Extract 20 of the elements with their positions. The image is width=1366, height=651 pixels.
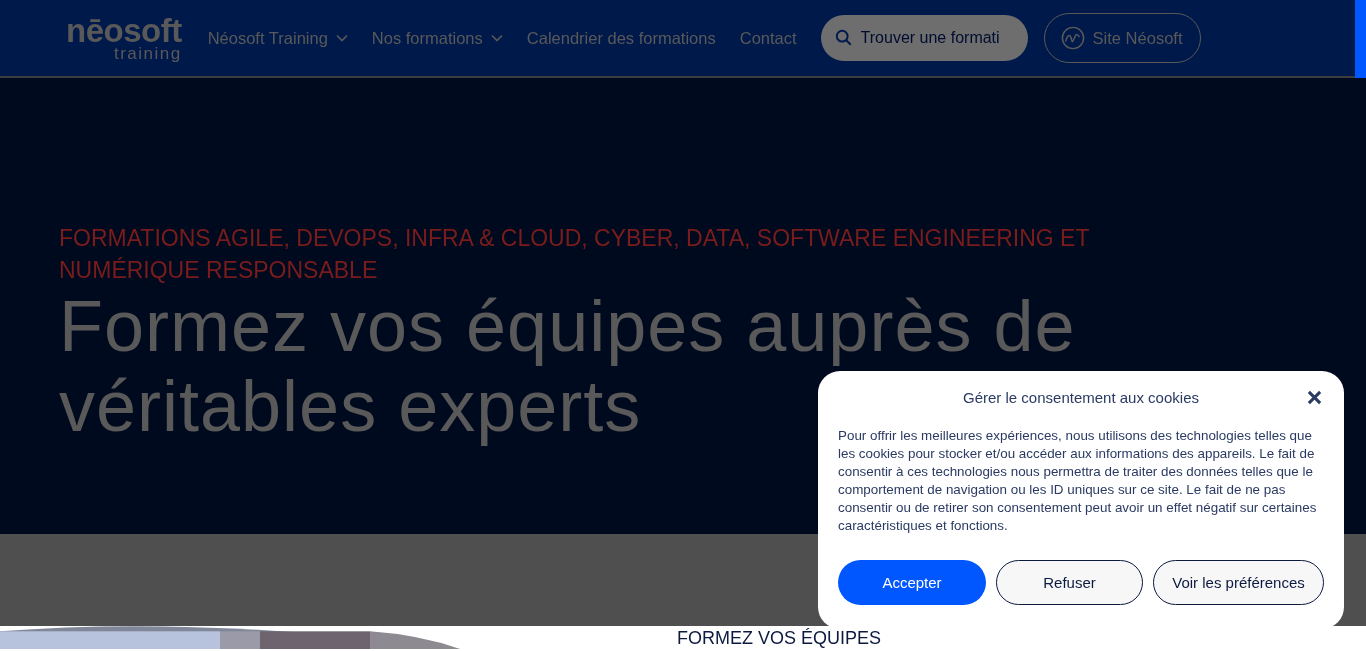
section-heading: FORMEZ VOS ÉQUIPES — [677, 629, 882, 649]
nav-link[interactable]: Calendrier des formations — [526, 28, 716, 48]
hero-kicker: FORMATIONS AGILE, DEVOPS, INFRA & CLOUD, CYBER, DATA, SOFTWARE ENGINEERING ET NUMÉRIQUE RESPONSABLE — [59, 224, 1091, 285]
nav-link[interactable]: Contact — [739, 28, 797, 48]
search-field[interactable]: Trouver une formati — [820, 15, 1028, 61]
swirl-icon — [1060, 26, 1085, 50]
hero-title: véritables experts — [59, 366, 642, 446]
dialog-button[interactable]: Voir les préférences — [1153, 560, 1324, 605]
search-icon — [834, 29, 853, 47]
dialog-text: Pour offrir les meilleures expériences, nous utilisons des technologies telles que les cookies pour stocker et/ou accéder aux informations des appareils. Le fait de consentir à ces technologies nous permettra de traiter des données telles que le comportement de navigation ou les ID uniques sur ce site. Le fait de ne pas consentir ou de retirer son consentement peut avoir un effet négatif sur certaines caractéristiques et fonctions. — [838, 427, 1318, 535]
chevron-down-icon — [335, 34, 348, 42]
chevron-down-icon — [490, 34, 503, 42]
close-icon[interactable] — [1307, 390, 1322, 405]
accept-button[interactable]: Accepter — [838, 560, 986, 605]
dialog-title: Gérer le consentement aux cookies — [963, 388, 1199, 406]
nav-link[interactable]: Nos formations — [371, 28, 503, 48]
hero-title: Formez vos équipes auprès de — [59, 286, 1076, 366]
nav-link[interactable]: Néosoft Training — [207, 28, 348, 48]
dialog-button[interactable]: Refuser — [996, 560, 1143, 605]
logo[interactable]: nēosoft training — [66, 14, 182, 62]
